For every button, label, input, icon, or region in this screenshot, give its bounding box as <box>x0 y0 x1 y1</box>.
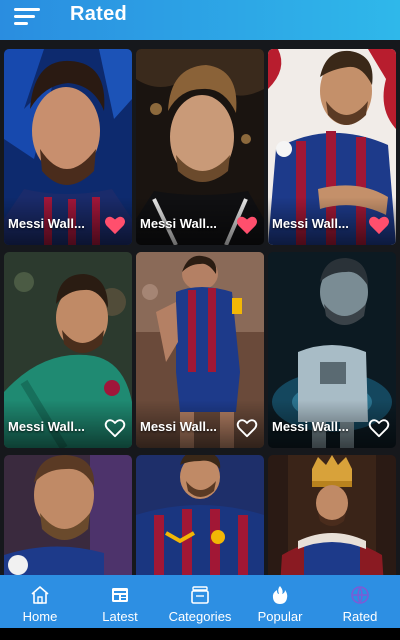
wallpaper-title: Messi Wall... <box>8 216 85 231</box>
wallpaper-thumbnail <box>4 455 132 575</box>
wallpaper-thumbnail <box>136 455 264 575</box>
heart-filled-icon[interactable] <box>368 215 390 235</box>
nav-label: Latest <box>102 609 138 624</box>
home-icon <box>30 585 50 605</box>
latest-icon <box>110 585 130 605</box>
page-title: Rated <box>70 3 128 25</box>
wallpaper-card[interactable]: Messi Wall... <box>136 252 264 448</box>
wallpaper-card[interactable]: Messi Wall... <box>268 252 396 448</box>
rated-icon <box>350 585 370 605</box>
wallpaper-card[interactable] <box>4 455 132 575</box>
nav-item-latest[interactable]: Latest <box>80 575 160 628</box>
wallpaper-card[interactable] <box>268 455 396 575</box>
wallpaper-title: Messi Wall... <box>8 419 85 434</box>
nav-item-home[interactable]: Home <box>0 575 80 628</box>
nav-label: Popular <box>257 609 303 624</box>
nav-label: Categories <box>168 609 232 624</box>
wallpaper-card[interactable]: Messi Wall... <box>4 252 132 448</box>
wallpaper-grid[interactable]: Messi Wall... Messi Wall... Messi Wall..… <box>0 40 400 575</box>
flame-icon <box>270 585 290 605</box>
wallpaper-card[interactable] <box>136 455 264 575</box>
categories-icon <box>190 585 210 605</box>
wallpaper-card[interactable]: Messi Wall... <box>136 49 264 245</box>
system-bar <box>0 628 400 640</box>
heart-filled-icon[interactable] <box>236 215 258 235</box>
heart-outline-icon[interactable] <box>368 418 390 438</box>
nav-item-rated[interactable]: Rated <box>320 575 400 628</box>
wallpaper-title: Messi Wall... <box>140 216 217 231</box>
hamburger-menu-icon[interactable] <box>14 7 40 27</box>
wallpaper-title: Messi Wall... <box>272 216 349 231</box>
bottom-navigation: Home Latest Categories Popular Rated <box>0 575 400 628</box>
app-bar: Rated <box>0 0 400 40</box>
wallpaper-thumbnail <box>268 455 396 575</box>
wallpaper-card[interactable]: Messi Wall... <box>4 49 132 245</box>
nav-item-categories[interactable]: Categories <box>160 575 240 628</box>
wallpaper-title: Messi Wall... <box>140 419 217 434</box>
nav-label: Rated <box>342 609 378 624</box>
nav-label: Home <box>22 609 58 624</box>
nav-item-popular[interactable]: Popular <box>240 575 320 628</box>
heart-outline-icon[interactable] <box>236 418 258 438</box>
wallpaper-card[interactable]: Messi Wall... <box>268 49 396 245</box>
wallpaper-title: Messi Wall... <box>272 419 349 434</box>
heart-filled-icon[interactable] <box>104 215 126 235</box>
heart-outline-icon[interactable] <box>104 418 126 438</box>
